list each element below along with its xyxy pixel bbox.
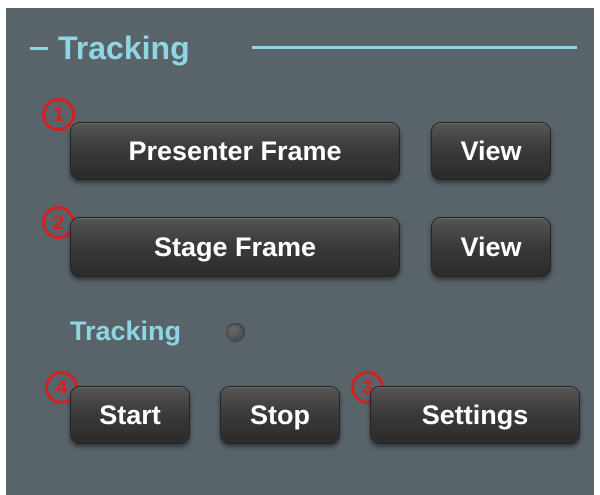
section-header[interactable]: Tracking <box>30 28 190 68</box>
presenter-frame-button[interactable]: Presenter Frame <box>70 122 400 180</box>
stop-button[interactable]: Stop <box>220 386 340 444</box>
header-divider <box>252 46 577 49</box>
presenter-view-button[interactable]: View <box>431 122 551 180</box>
stage-frame-button[interactable]: Stage Frame <box>70 217 400 277</box>
start-button[interactable]: Start <box>70 386 190 444</box>
annotation-badge-1: 1 <box>42 98 75 131</box>
collapse-icon[interactable] <box>30 46 48 50</box>
settings-button[interactable]: Settings <box>370 386 580 444</box>
tracking-status-label: Tracking <box>70 316 182 346</box>
stage-view-button[interactable]: View <box>431 217 551 277</box>
tracking-status-indicator <box>226 323 245 342</box>
section-title: Tracking <box>58 29 190 66</box>
